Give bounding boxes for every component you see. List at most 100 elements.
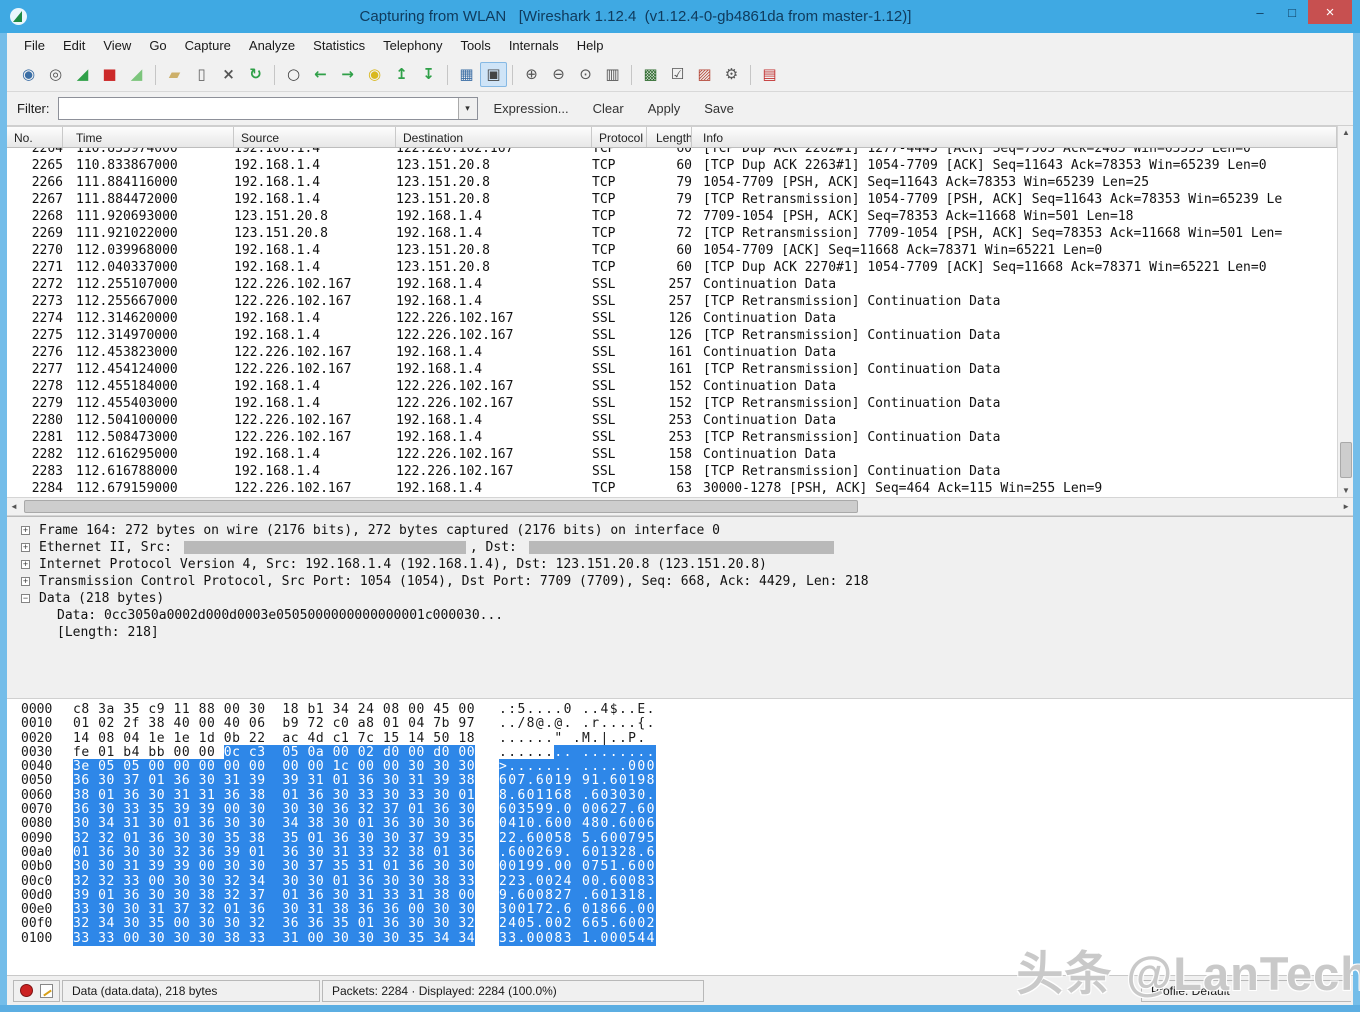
hex-ascii[interactable]: 2405.002 665.6002	[499, 917, 656, 931]
go-forward-icon[interactable]: →	[334, 62, 361, 87]
save-file-icon[interactable]: ▯	[188, 62, 215, 87]
packet-row[interactable]: 2265 110.833867000 192.168.1.4 123.151.2…	[7, 157, 1337, 174]
column-header-length[interactable]: Length	[647, 127, 692, 147]
detail-row-ip[interactable]: + Internet Protocol Version 4, Src: 192.…	[7, 556, 1353, 573]
restart-capture-icon[interactable]: ◢	[123, 62, 150, 87]
coloring-rules-icon[interactable]: ▨	[691, 62, 718, 87]
hex-row[interactable]: 0070 36 30 33 35 39 39 00 30 30 30 36 32…	[7, 803, 1353, 817]
maximize-button[interactable]: □	[1276, 0, 1308, 24]
packet-row[interactable]: 2271 112.040337000 192.168.1.4 123.151.2…	[7, 259, 1337, 276]
expand-icon[interactable]: +	[21, 526, 30, 535]
expand-icon[interactable]: +	[21, 577, 30, 586]
hex-row[interactable]: 0040 3e 05 05 00 00 00 00 00 00 00 1c 00…	[7, 760, 1353, 774]
menu-item[interactable]: Statistics	[304, 35, 374, 56]
menu-item[interactable]: Edit	[54, 35, 94, 56]
hscrollbar-thumb[interactable]	[24, 500, 858, 513]
hex-ascii[interactable]: ......" .M.|..P.	[499, 732, 647, 746]
zoom-original-icon[interactable]: ⊙	[572, 62, 599, 87]
hex-bytes[interactable]: 33 33 00 30 30 30 38 33 31 00 30 30 30 3…	[73, 932, 475, 946]
hex-row[interactable]: 0080 30 34 31 30 01 36 30 30 34 38 30 01…	[7, 817, 1353, 831]
packet-row[interactable]: 2277 112.454124000 122.226.102.167 192.1…	[7, 361, 1337, 378]
colorize-icon[interactable]: ▦	[453, 62, 480, 87]
hex-bytes[interactable]: 36 30 33 35 39 39 00 30 30 30 36 32 37 0…	[73, 803, 475, 817]
packet-row[interactable]: 2279 112.455403000 192.168.1.4 122.226.1…	[7, 395, 1337, 412]
menu-item[interactable]: Internals	[500, 35, 568, 56]
hex-ascii[interactable]: 8.601168 .603030.	[499, 789, 656, 803]
packet-row[interactable]: 2272 112.255107000 122.226.102.167 192.1…	[7, 276, 1337, 293]
hex-bytes[interactable]: 39 01 36 30 30 38 32 37 01 36 30 31 33 3…	[73, 889, 475, 903]
packet-row[interactable]: 2264 110.833974000 192.168.1.4 122.226.1…	[7, 148, 1337, 157]
expression-button[interactable]: Expression...	[482, 97, 581, 120]
column-header-no[interactable]: No.	[7, 127, 63, 147]
stop-capture-icon[interactable]: ■	[96, 62, 123, 87]
detail-row-data-value[interactable]: Data: 0cc3050a0002d000d0003e050500000000…	[7, 607, 1353, 624]
go-to-top-icon[interactable]: ↥	[388, 62, 415, 87]
hex-bytes[interactable]: c8 3a 35 c9 11 88 00 30 18 b1 34 24 08 0…	[73, 703, 475, 717]
hex-bytes[interactable]: 30 30 31 39 39 00 30 30 30 37 35 31 01 3…	[73, 860, 475, 874]
go-to-packet-icon[interactable]: ◉	[361, 62, 388, 87]
go-to-bottom-icon[interactable]: ↧	[415, 62, 442, 87]
detail-row-tcp[interactable]: + Transmission Control Protocol, Src Por…	[7, 573, 1353, 590]
expand-icon[interactable]: +	[21, 543, 30, 552]
save-button[interactable]: Save	[692, 97, 746, 120]
close-file-icon[interactable]: ×	[215, 62, 242, 87]
zoom-in-icon[interactable]: ⊕	[518, 62, 545, 87]
packet-row[interactable]: 2273 112.255667000 122.226.102.167 192.1…	[7, 293, 1337, 310]
detail-row-ethernet[interactable]: + Ethernet II, Src: , Dst:	[7, 539, 1353, 556]
packet-row[interactable]: 2276 112.453823000 122.226.102.167 192.1…	[7, 344, 1337, 361]
hex-ascii[interactable]: 300172.6 01866.00	[499, 903, 656, 917]
packet-row[interactable]: 2275 112.314970000 192.168.1.4 122.226.1…	[7, 327, 1337, 344]
hex-row[interactable]: 00a0 01 36 30 30 32 36 39 01 36 30 31 33…	[7, 846, 1353, 860]
expand-icon[interactable]: +	[21, 560, 30, 569]
open-file-icon[interactable]: ▰	[161, 62, 188, 87]
reload-icon[interactable]: ↻	[242, 62, 269, 87]
capture-options-icon[interactable]: ◎	[42, 62, 69, 87]
column-header-source[interactable]: Source	[234, 127, 396, 147]
capture-comment-icon[interactable]	[40, 984, 53, 998]
hex-row[interactable]: 00c0 32 32 33 00 30 30 32 34 30 30 01 36…	[7, 875, 1353, 889]
packet-row[interactable]: 2280 112.504100000 122.226.102.167 192.1…	[7, 412, 1337, 429]
hex-ascii[interactable]: 607.6019 91.60198	[499, 774, 656, 788]
hex-ascii[interactable]: 00199.00 0751.600	[499, 860, 656, 874]
list-interfaces-icon[interactable]: ◉	[15, 62, 42, 87]
hex-bytes[interactable]: 33 30 30 31 37 32 01 36 30 31 38 36 36 0…	[73, 903, 475, 917]
menu-item[interactable]: File	[15, 35, 54, 56]
hex-ascii[interactable]: .:5....0 ..4$..E.	[499, 703, 656, 717]
column-header-protocol[interactable]: Protocol	[592, 127, 647, 147]
hex-row[interactable]: 0100 33 33 00 30 30 30 38 33 31 00 30 30…	[7, 932, 1353, 946]
column-header-destination[interactable]: Destination	[396, 127, 592, 147]
menu-item[interactable]: Analyze	[240, 35, 304, 56]
apply-button[interactable]: Apply	[636, 97, 693, 120]
menu-item[interactable]: Capture	[176, 35, 240, 56]
packet-list-hscrollbar[interactable]: ◄ ►	[7, 497, 1353, 516]
menu-item[interactable]: Go	[140, 35, 175, 56]
hex-bytes[interactable]: 32 32 01 36 30 30 35 38 35 01 36 30 30 3…	[73, 832, 475, 846]
vscrollbar-thumb[interactable]	[1340, 442, 1352, 478]
packet-row[interactable]: 2281 112.508473000 122.226.102.167 192.1…	[7, 429, 1337, 446]
packet-row[interactable]: 2274 112.314620000 192.168.1.4 122.226.1…	[7, 310, 1337, 327]
go-back-icon[interactable]: ←	[307, 62, 334, 87]
hex-row[interactable]: 0010 01 02 2f 38 40 00 40 06 b9 72 c0 a8…	[7, 717, 1353, 731]
clear-button[interactable]: Clear	[581, 97, 636, 120]
packet-row[interactable]: 2284 112.679159000 122.226.102.167 192.1…	[7, 480, 1337, 497]
hex-bytes[interactable]: fe 01 b4 bb 00 00 0c c3 05 0a 00 02 d0 0…	[73, 746, 475, 760]
hex-row[interactable]: 00b0 30 30 31 39 39 00 30 30 30 37 35 31…	[7, 860, 1353, 874]
hex-bytes[interactable]: 01 02 2f 38 40 00 40 06 b9 72 c0 a8 01 0…	[73, 717, 475, 731]
packet-row[interactable]: 2266 111.884116000 192.168.1.4 123.151.2…	[7, 174, 1337, 191]
filter-input[interactable]: ▾	[58, 97, 478, 120]
packet-row[interactable]: 2282 112.616295000 192.168.1.4 122.226.1…	[7, 446, 1337, 463]
hex-bytes[interactable]: 3e 05 05 00 00 00 00 00 00 00 1c 00 00 3…	[73, 760, 475, 774]
packet-list-vscrollbar[interactable]: ▲ ▼	[1337, 126, 1353, 497]
filter-dropdown-arrow-icon[interactable]: ▾	[458, 98, 477, 119]
hex-row[interactable]: 0090 32 32 01 36 30 30 35 38 35 01 36 30…	[7, 832, 1353, 846]
hex-ascii[interactable]: ........ ........	[499, 746, 656, 760]
resize-columns-icon[interactable]: ▥	[599, 62, 626, 87]
find-packet-icon[interactable]: ○	[280, 62, 307, 87]
menu-item[interactable]: Telephony	[374, 35, 451, 56]
menu-item[interactable]: Help	[568, 35, 613, 56]
scroll-up-icon[interactable]: ▲	[1338, 128, 1354, 137]
hex-row[interactable]: 00e0 33 30 30 31 37 32 01 36 30 31 38 36…	[7, 903, 1353, 917]
hex-bytes[interactable]: 32 32 33 00 30 30 32 34 30 30 01 36 30 3…	[73, 875, 475, 889]
packet-row[interactable]: 2267 111.884472000 192.168.1.4 123.151.2…	[7, 191, 1337, 208]
hex-bytes[interactable]: 36 30 37 01 36 30 31 39 39 31 01 36 30 3…	[73, 774, 475, 788]
